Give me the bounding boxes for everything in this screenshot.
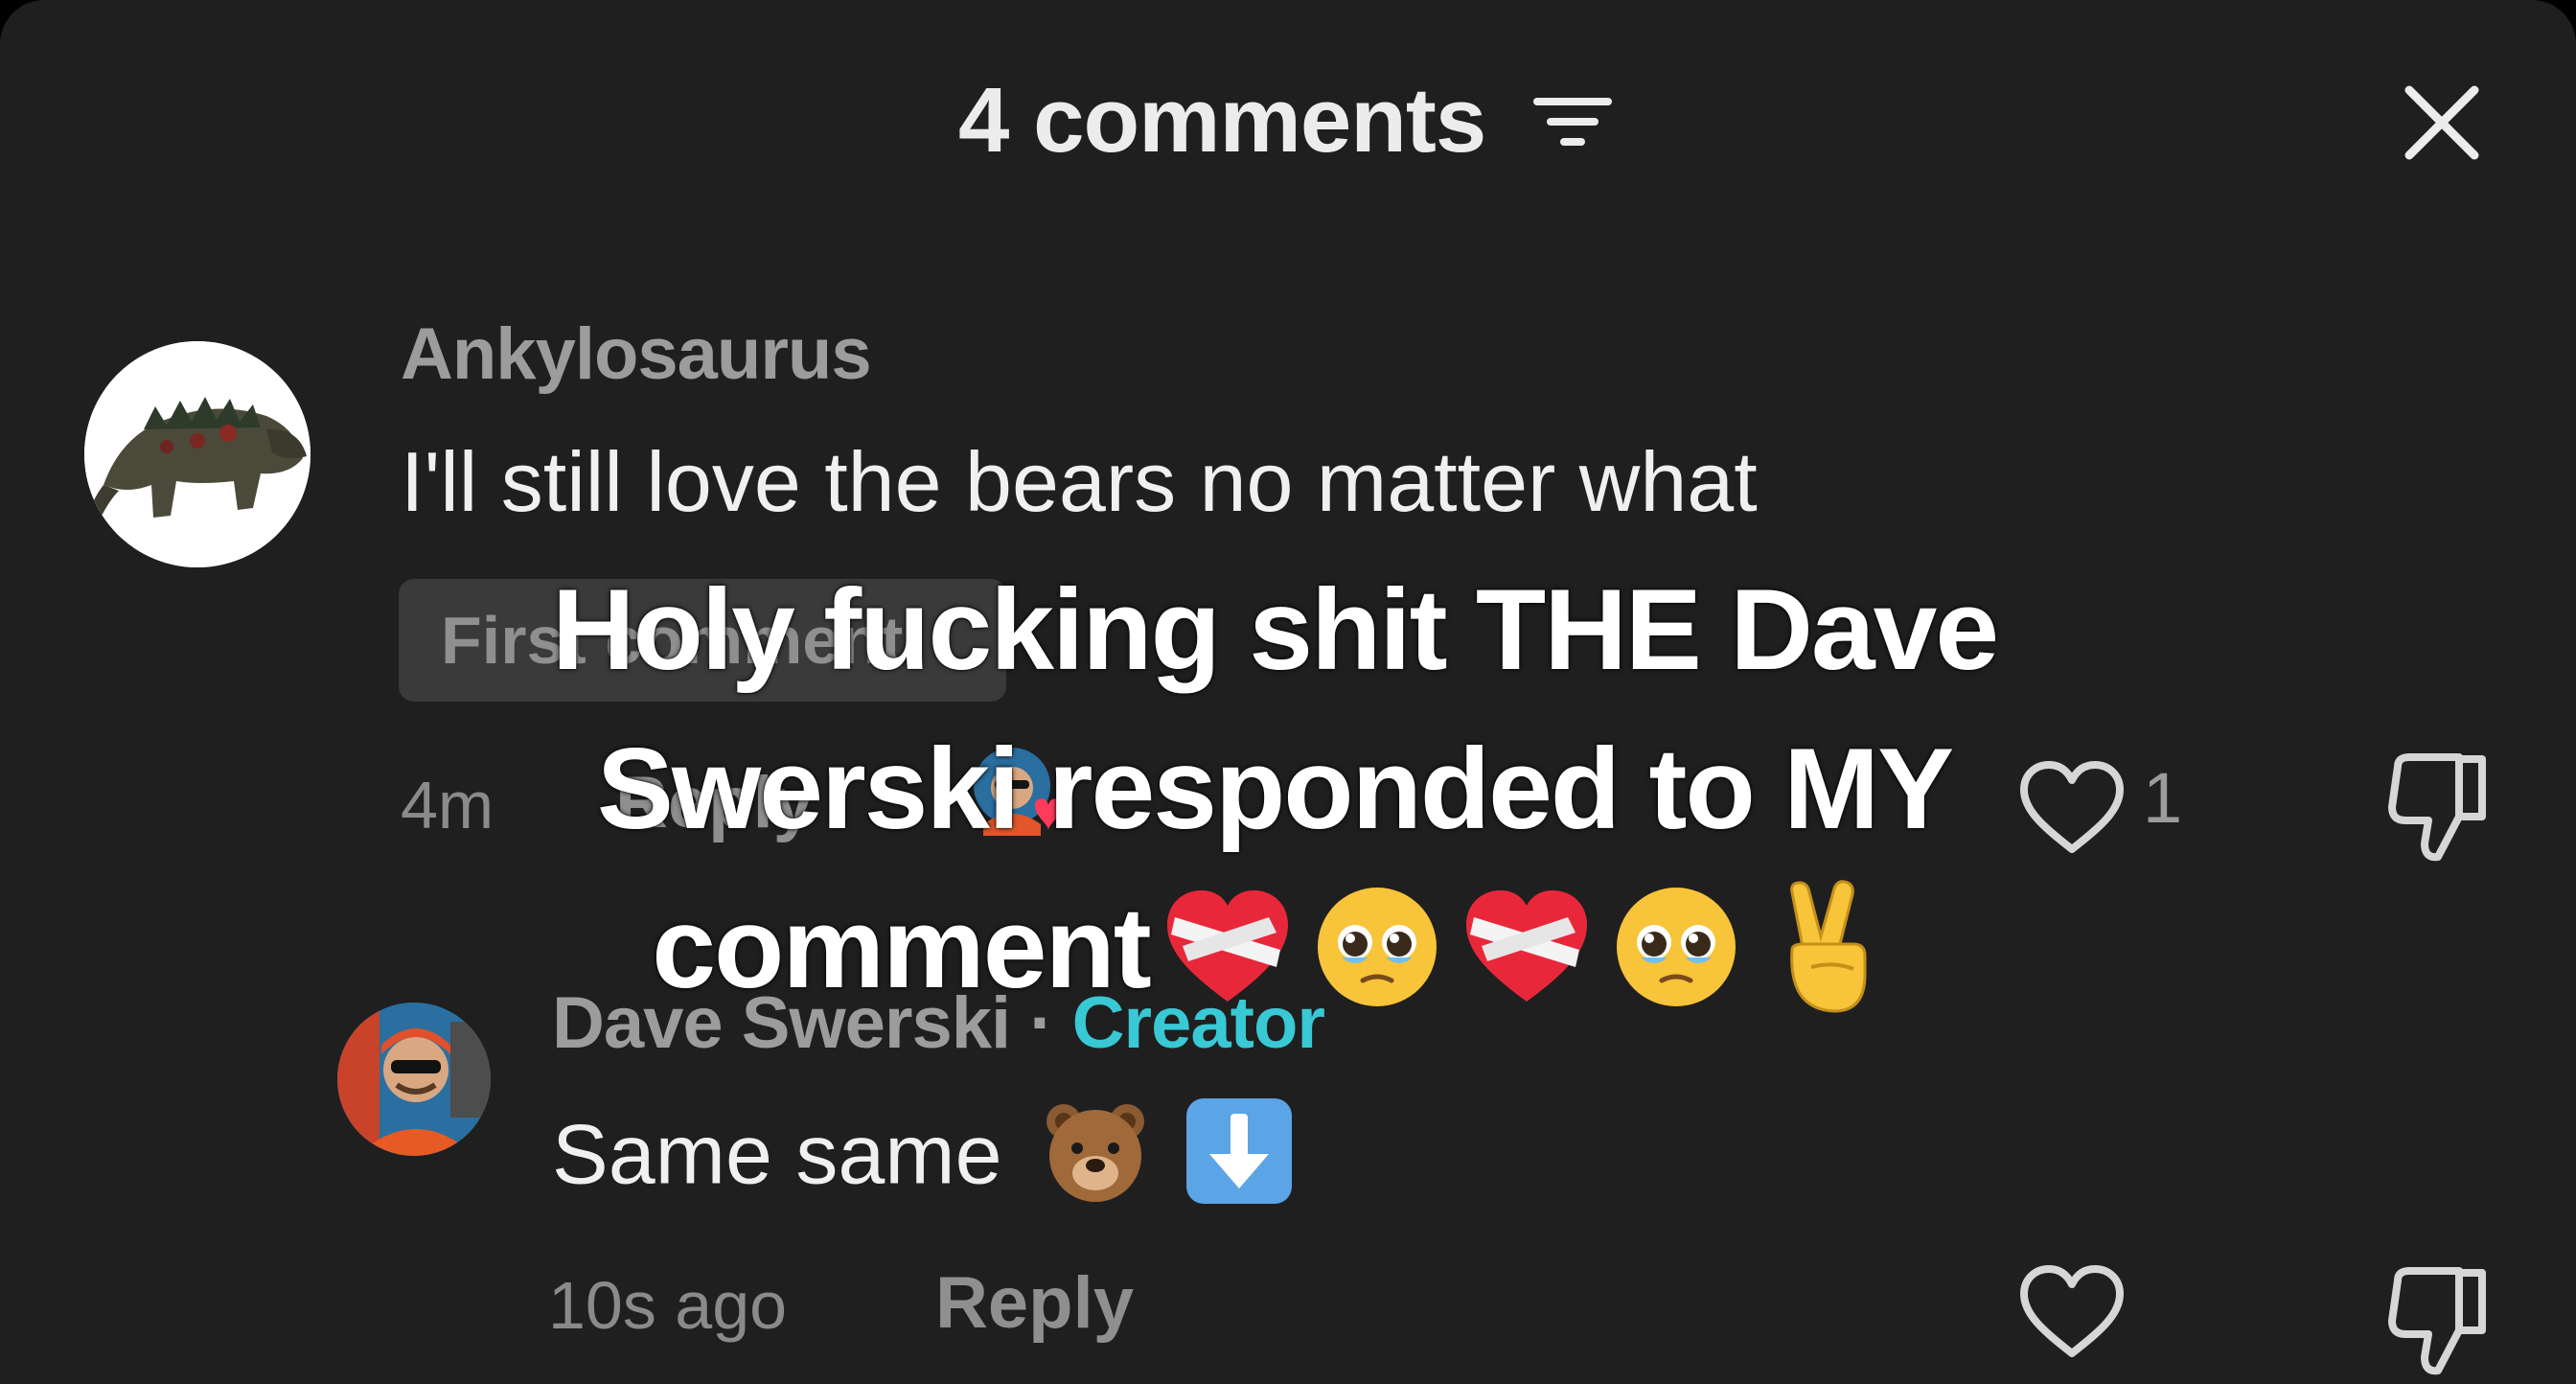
comments-count-title: 4 comments (958, 69, 1486, 172)
avatar-ankylosaurus[interactable] (84, 341, 310, 567)
comments-sheet: 4 comments Ankylosaurus I'll still love … (0, 0, 2576, 1384)
dislike-thumb-icon[interactable] (2380, 748, 2496, 866)
dislike-thumb-icon[interactable] (2380, 1261, 2496, 1380)
sort-filter-icon[interactable] (1533, 94, 1612, 150)
like-count: 1 (2143, 758, 2183, 838)
close-icon[interactable] (2396, 77, 2488, 169)
comment-text: I'll still love the bears no matter what (401, 434, 1758, 529)
avatar-dave-swerski[interactable] (337, 1003, 491, 1156)
pleading-face-icon (1616, 888, 1736, 1007)
mending-heart-icon (1465, 890, 1587, 1003)
mending-heart-icon (1166, 890, 1288, 1003)
comment-text-body: Same same (552, 1106, 1002, 1202)
overlay-line-3: comment (479, 868, 2070, 1028)
down-arrow-icon (1186, 1098, 1293, 1204)
overlay-caption: Holy fucking shit THE Dave Swerski respo… (479, 550, 2070, 1028)
victory-hand-icon (1789, 880, 1867, 1013)
overlay-line-1: Holy fucking shit THE Dave (551, 565, 1999, 694)
reply-button[interactable]: Reply (935, 1261, 1134, 1345)
overlay-line-3-text: comment (652, 884, 1151, 1012)
comment-timestamp: 10s ago (548, 1268, 788, 1343)
pleading-face-icon (1317, 888, 1437, 1007)
overlay-emoji-row (1156, 875, 1898, 1019)
comment-username[interactable]: Ankylosaurus (401, 312, 872, 396)
comment-text: Same same (552, 1098, 1296, 1217)
bear-face-icon (1046, 1104, 1144, 1202)
like-heart-icon[interactable] (2016, 1261, 2128, 1361)
overlay-line-2: Swerski responded to MY (596, 725, 1954, 853)
